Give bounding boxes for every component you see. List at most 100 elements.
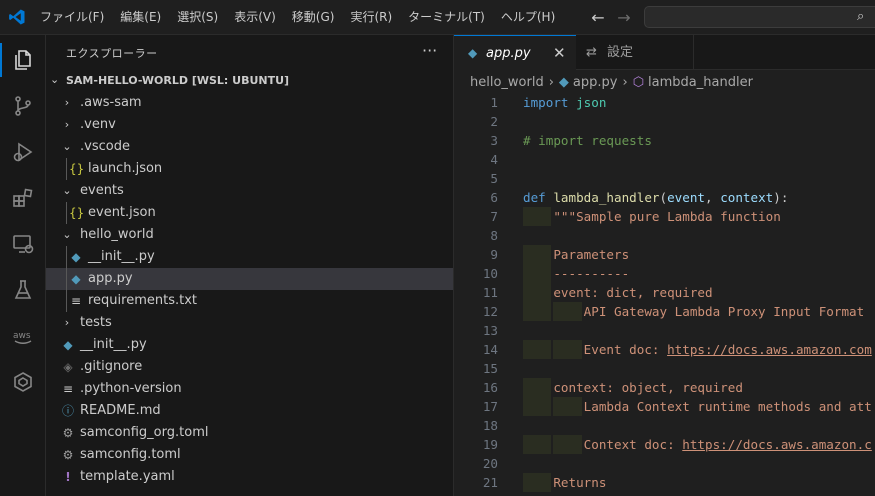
function-symbol-icon: ⬡ — [632, 75, 645, 90]
json-file-icon: {} — [69, 162, 85, 176]
chevron-right-icon: › — [64, 118, 70, 131]
tree-item-tests[interactable]: › tests — [46, 312, 453, 334]
tree-item-template-yaml[interactable]: ! template.yaml — [46, 466, 453, 488]
back-arrow-icon[interactable]: ← — [588, 8, 608, 28]
explorer-sidebar: エクスプローラー ··· ⌄ SAM-HELLO-WORLD [WSL: UBU… — [46, 35, 454, 496]
tree-item-samconfig[interactable]: ⚙ samconfig.toml — [46, 444, 453, 466]
remote-explorer-icon[interactable] — [0, 221, 46, 267]
menu-file[interactable]: ファイル(F) — [32, 0, 112, 35]
chevron-down-icon: ⌄ — [50, 73, 60, 86]
aws-icon[interactable]: aws — [0, 313, 46, 359]
tree-item-requirements-txt[interactable]: ≡ requirements.txt — [46, 290, 453, 312]
code-line: 7 """Sample pure Lambda function — [454, 207, 875, 226]
python-file-icon: ◆ — [63, 338, 73, 352]
line-number: 15 — [482, 361, 498, 376]
line-number: 17 — [482, 399, 498, 414]
tree-item-init-py-root[interactable]: ◆ __init__.py — [46, 334, 453, 356]
tree-item-venv[interactable]: › .venv — [46, 114, 453, 136]
code-line: 2 — [454, 112, 875, 131]
git-file-icon: ◈ — [63, 360, 73, 374]
command-center-search[interactable]: ⌕ — [644, 6, 875, 28]
title-bar: ファイル(F) 編集(E) 選択(S) 表示(V) 移動(G) 実行(R) ター… — [0, 0, 875, 35]
more-actions-icon[interactable]: ··· — [422, 41, 437, 60]
tree-item-app-py[interactable]: ◆ app.py — [46, 268, 453, 290]
python-file-icon: ◆ — [468, 46, 478, 60]
menu-view[interactable]: 表示(V) — [226, 0, 284, 35]
code-text: """Sample pure Lambda function — [553, 209, 781, 224]
tree-item-vscode[interactable]: ⌄ .vscode — [46, 136, 453, 158]
source-control-icon[interactable] — [0, 83, 46, 129]
code-line: 11 event: dict, required — [454, 283, 875, 302]
python-file-icon: ◆ — [71, 250, 81, 264]
forward-arrow-icon[interactable]: → — [614, 8, 634, 28]
tree-item-aws-sam[interactable]: › .aws-sam — [46, 92, 453, 114]
breadcrumb-symbol[interactable]: lambda_handler — [648, 72, 753, 94]
extensions-icon[interactable] — [0, 175, 46, 221]
amazon-q-icon[interactable] — [0, 359, 46, 405]
code-line: 6 def lambda_handler(event, context): — [454, 188, 875, 207]
tree-item-hello-world[interactable]: ⌄ hello_world — [46, 224, 453, 246]
code-text: Context doc: https://docs.aws.amazon.c — [583, 437, 872, 452]
settings-icon: ⇄ — [586, 45, 597, 60]
code-line: 1 import json — [454, 93, 875, 112]
tree-item-event-json[interactable]: {} event.json — [46, 202, 453, 224]
menu-go[interactable]: 移動(G) — [284, 0, 343, 35]
code-line: 16 context: object, required — [454, 378, 875, 397]
code-line: 12 API Gateway Lambda Proxy Input Format — [454, 302, 875, 321]
indent-guide — [66, 246, 67, 268]
code-line: 3 # import requests — [454, 131, 875, 150]
code-line: 9 Parameters — [454, 245, 875, 264]
code-text: # import requests — [523, 133, 652, 148]
code-line: 4 — [454, 150, 875, 169]
line-number: 12 — [482, 304, 498, 319]
workspace-folder-name: SAM-HELLO-WORLD [WSL: UBUNTU] — [66, 74, 290, 87]
tree-item-samconfig-org[interactable]: ⚙ samconfig_org.toml — [46, 422, 453, 444]
tab-bar: ◆ app.py ✕ ⇄ 設定 — [454, 35, 875, 70]
tree-item-gitignore[interactable]: ◈ .gitignore — [46, 356, 453, 378]
explorer-icon[interactable] — [0, 37, 46, 83]
gear-file-icon: ⚙ — [62, 448, 74, 462]
info-file-icon: ⓘ — [61, 404, 74, 418]
code-text: import json — [523, 95, 607, 110]
line-number: 16 — [482, 380, 498, 395]
svg-text:aws: aws — [13, 331, 31, 341]
breadcrumb-folder[interactable]: hello_world — [470, 72, 544, 94]
tree-item-launch-json[interactable]: {} launch.json — [46, 158, 453, 180]
menu-selection[interactable]: 選択(S) — [169, 0, 226, 35]
editor-area: ◆ app.py ✕ ⇄ 設定 hello_world › ◆ app.py › ⬡ lam… — [454, 35, 875, 496]
tab-app-py[interactable]: ◆ app.py ✕ — [454, 35, 576, 70]
breadcrumb: hello_world › ◆ app.py › ⬡ lambda_handler — [470, 72, 753, 94]
tree-item-readme[interactable]: ⓘ README.md — [46, 400, 453, 422]
menu-edit[interactable]: 編集(E) — [112, 0, 169, 35]
line-number: 8 — [490, 228, 498, 243]
workspace-folder-header[interactable]: ⌄ SAM-HELLO-WORLD [WSL: UBUNTU] — [46, 70, 453, 92]
line-number: 10 — [482, 266, 498, 281]
menu-bar: ファイル(F) 編集(E) 選択(S) 表示(V) 移動(G) 実行(R) ター… — [32, 0, 563, 35]
code-line: 13 — [454, 321, 875, 340]
breadcrumb-file[interactable]: app.py — [573, 72, 618, 94]
menu-run[interactable]: 実行(R) — [342, 0, 400, 35]
tree-item-python-version[interactable]: ≡ .python-version — [46, 378, 453, 400]
menu-terminal[interactable]: ターミナル(T) — [400, 0, 493, 35]
code-text: context: object, required — [553, 380, 743, 395]
testing-icon[interactable] — [0, 267, 46, 313]
line-number: 5 — [490, 171, 498, 186]
chevron-down-icon: ⌄ — [62, 184, 72, 197]
indent-guide — [66, 290, 67, 312]
run-debug-icon[interactable] — [0, 129, 46, 175]
tab-label: app.py — [486, 46, 531, 61]
line-number: 18 — [482, 418, 498, 433]
tree-item-events[interactable]: ⌄ events — [46, 180, 453, 202]
tab-settings[interactable]: ⇄ 設定 — [576, 35, 694, 70]
code-editor[interactable]: 1 import json 2 3 # import requests 4 5 6 d… — [454, 93, 875, 492]
line-number: 3 — [490, 133, 498, 148]
yaml-file-icon: ! — [65, 470, 71, 484]
close-icon[interactable]: ✕ — [553, 36, 566, 71]
line-number: 7 — [490, 209, 498, 224]
menu-help[interactable]: ヘルプ(H) — [493, 0, 563, 35]
sidebar-header: エクスプローラー ··· — [46, 35, 453, 70]
tree-item-init-py[interactable]: ◆ __init__.py — [46, 246, 453, 268]
line-number: 4 — [490, 152, 498, 167]
line-number: 11 — [482, 285, 498, 300]
python-file-icon: ◆ — [558, 75, 569, 90]
